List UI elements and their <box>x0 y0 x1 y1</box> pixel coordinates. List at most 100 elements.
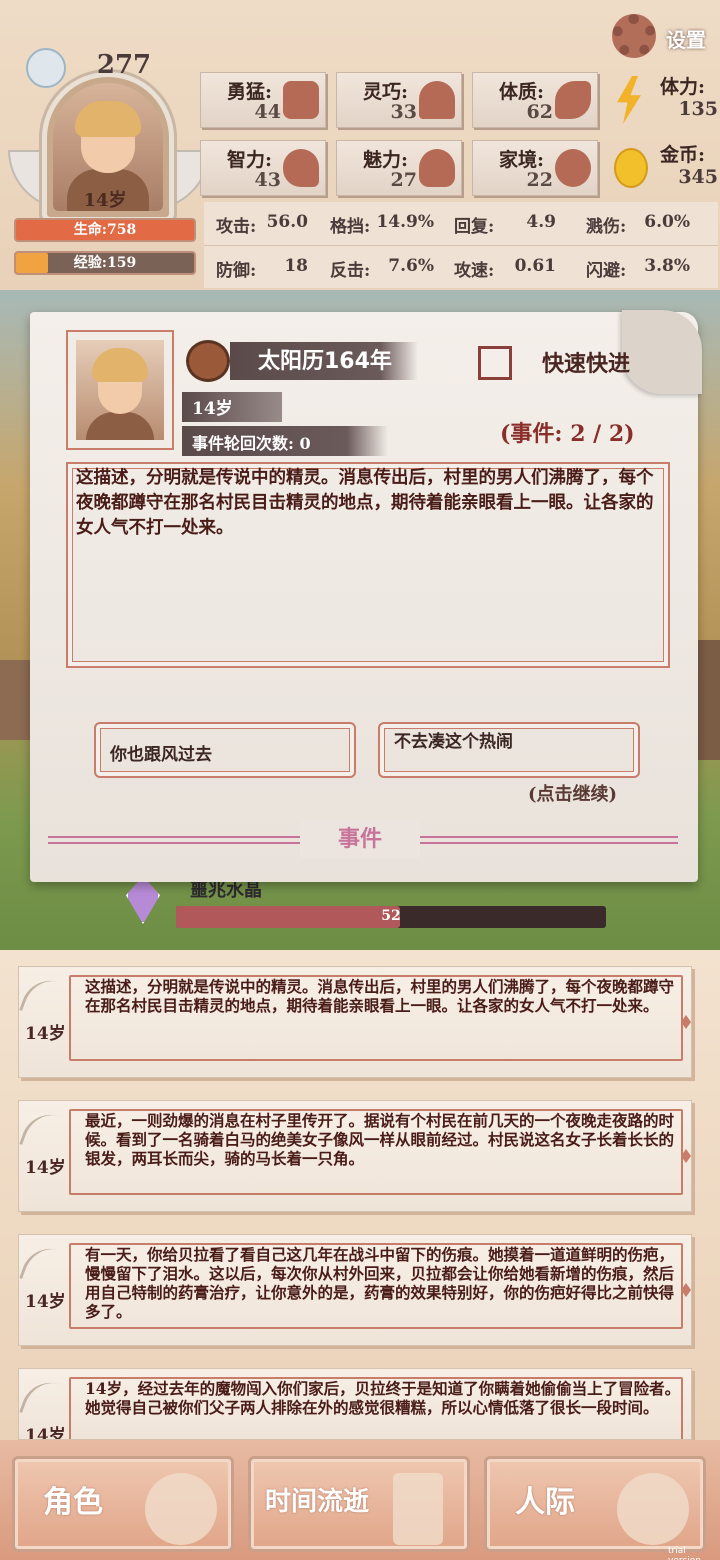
resource-name: 体力: <box>660 76 706 98</box>
attr-value: 33 <box>390 101 417 123</box>
stat-splash: 溅伤: 6.0% <box>586 212 690 237</box>
attr-name: 体质: <box>499 81 545 103</box>
hourglass-icon <box>393 1473 443 1545</box>
log-age: 14岁 <box>25 1024 66 1044</box>
log-age: 14岁 <box>25 1426 66 1440</box>
resource-value: 345 <box>678 166 718 188</box>
hp-label: 生命:758 <box>73 222 137 238</box>
quill-icon <box>19 1106 65 1156</box>
log-entry[interactable]: 14岁 有一天，你给贝拉看了看自己这几年在战斗中留下的伤痕。她摸着一道道鲜明的伤… <box>18 1234 692 1346</box>
nav-relationships-button[interactable]: 人际 <box>484 1456 706 1552</box>
people-icon <box>617 1473 689 1545</box>
level-number: 277 <box>96 50 152 80</box>
event-cycle-count: 事件轮回次数: 0 <box>192 434 311 453</box>
choice-follow-button[interactable]: 你也跟风过去 <box>94 722 356 778</box>
event-portrait <box>66 330 174 450</box>
stat-block: 格挡: 14.9% <box>330 212 434 237</box>
portrait-body <box>86 412 154 440</box>
xp-label: 经验:159 <box>73 255 137 271</box>
attr-name: 魅力: <box>363 149 409 171</box>
attr-value: 44 <box>254 101 281 123</box>
nav-label: 时间流逝 <box>265 1487 370 1517</box>
quill-icon <box>19 972 65 1022</box>
stat-attack-speed: 攻速: 0.61 <box>454 256 556 281</box>
event-text: 这描述，分明就是传说中的精灵。消息传出后，村里的男人们沸腾了，每个夜晚都蹲守在那… <box>76 468 654 538</box>
stat-regen: 回复: 4.9 <box>454 212 556 237</box>
log-age: 14岁 <box>25 1292 66 1312</box>
bread-icon <box>186 340 230 382</box>
click-to-continue[interactable]: (点击继续) <box>528 780 617 806</box>
stat-dodge: 闪避: 3.8% <box>586 256 690 281</box>
stat-counter: 反击: 7.6% <box>330 256 434 281</box>
settings-label: 设置 <box>666 28 706 52</box>
attr-family-wealth[interactable]: 家境: 22 <box>472 140 598 196</box>
attr-value: 27 <box>390 169 417 191</box>
attr-value: 22 <box>526 169 553 191</box>
event-year: 太阳历164年 <box>258 349 392 374</box>
stats-divider <box>204 245 718 246</box>
choice-skip-button[interactable]: 不去凑这个热闹 <box>378 722 640 778</box>
attr-charm[interactable]: 魅力: 27 <box>336 140 462 196</box>
resource-value: 135 <box>678 98 718 120</box>
gold-coin-icon <box>614 148 648 188</box>
log-entry[interactable]: 14岁 最近，一则劲爆的消息在村子里传开了。据说有个村民在前几天的一个夜晚走夜路… <box>18 1100 692 1212</box>
resource-gold[interactable]: 金币: 345 <box>608 140 718 196</box>
log-text: 最近，一则劲爆的消息在村子里传开了。据说有个村民在前几天的一个夜晚走夜路的时候。… <box>85 1111 675 1168</box>
spirit-icon <box>26 48 66 88</box>
event-portrait-image <box>76 340 164 440</box>
muscle-arm-icon <box>555 81 591 119</box>
log-text: 有一天，你给贝拉看了看自己这几年在战斗中留下的伤痕。她摸着一道道鲜明的伤疤，慢慢… <box>85 1245 675 1321</box>
attr-constitution[interactable]: 体质: 62 <box>472 72 598 128</box>
event-age: 14岁 <box>192 399 233 419</box>
brain-head-icon <box>283 149 319 187</box>
attr-value: 43 <box>254 169 281 191</box>
log-entry[interactable]: 14岁 14岁，经过去年的魔物闯入你们家后，贝拉终于是知道了你瞒着她偷偷当上了冒… <box>18 1368 692 1440</box>
event-count: (事件: 2 / 2) <box>500 421 635 447</box>
character-age: 14岁 <box>83 190 127 211</box>
portrait-hair <box>75 101 141 137</box>
nav-character-button[interactable]: 角色 <box>12 1456 234 1552</box>
log-text: 这描述，分明就是传说中的精灵。消息传出后，村里的男人们沸腾了，每个夜晚都蹲守在那… <box>85 977 675 1015</box>
choice-label: 不去凑这个热闹 <box>394 732 513 752</box>
xp-fill <box>16 253 49 273</box>
attr-bravery[interactable]: 勇猛: 44 <box>200 72 326 128</box>
trial-watermark: trial version <box>668 1546 701 1560</box>
nav-time-passing-button[interactable]: 时间流逝 <box>248 1456 470 1552</box>
nav-label: 人际 <box>515 1485 575 1520</box>
stat-defense: 防御: 18 <box>216 256 308 281</box>
stat-attack: 攻击: 56.0 <box>216 212 308 237</box>
attr-name: 勇猛: <box>227 81 273 103</box>
quill-icon <box>19 1240 65 1290</box>
resource-stamina[interactable]: 体力: 135 <box>608 72 718 128</box>
crystal-progress-value: 52 <box>381 908 401 924</box>
page-curl-decoration <box>622 310 702 394</box>
xp-bar: 经验:159 <box>14 251 196 275</box>
log-age: 14岁 <box>25 1158 66 1178</box>
fast-forward-label[interactable]: 快速快进 <box>542 346 630 378</box>
attr-name: 灵巧: <box>363 81 409 103</box>
hp-bar: 生命:758 <box>14 218 196 242</box>
character-bust-icon <box>145 1473 217 1545</box>
log-text: 14岁，经过去年的魔物闯入你们家后，贝拉终于是知道了你瞒着她偷偷当上了冒险者。她… <box>85 1379 681 1417</box>
attr-value: 62 <box>526 101 553 123</box>
lotus-icon <box>419 149 455 187</box>
fast-forward-checkbox[interactable] <box>478 346 512 380</box>
resource-name: 金币: <box>660 144 706 166</box>
quill-icon <box>19 1374 65 1424</box>
choice-label: 你也跟风过去 <box>110 745 212 765</box>
fist-icon <box>283 81 319 119</box>
lightning-icon <box>617 76 641 124</box>
character-header: 设置 277 14岁 生命:758 经验:159 勇猛: 44 灵巧: 33 体… <box>0 0 720 290</box>
event-title: 事件 <box>300 820 420 858</box>
attr-intelligence[interactable]: 智力: 43 <box>200 140 326 196</box>
settings-button[interactable]: 设置 <box>608 12 716 62</box>
nav-label: 角色 <box>43 1485 103 1520</box>
coin-hand-icon <box>555 149 591 187</box>
attr-name: 家境: <box>499 149 545 171</box>
gear-icon <box>612 14 656 58</box>
attr-name: 智力: <box>227 149 273 171</box>
attr-dexterity[interactable]: 灵巧: 33 <box>336 72 462 128</box>
cloak-icon <box>419 81 455 119</box>
portrait-hair <box>92 348 148 382</box>
log-entry[interactable]: 14岁 这描述，分明就是传说中的精灵。消息传出后，村里的男人们沸腾了，每个夜晚都… <box>18 966 692 1078</box>
